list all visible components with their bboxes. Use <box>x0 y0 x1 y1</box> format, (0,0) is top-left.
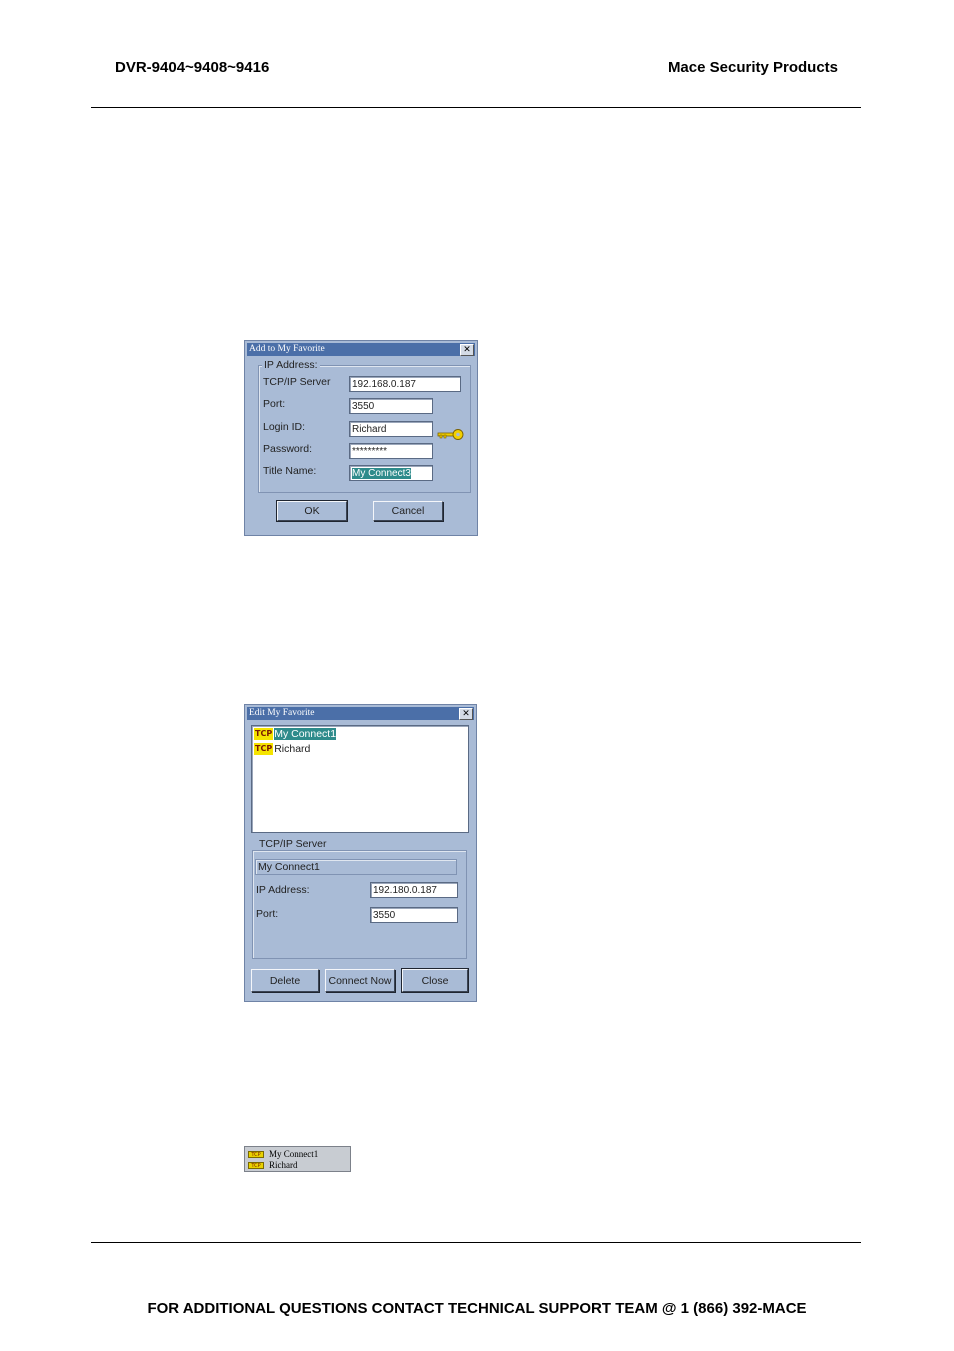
favorite-listbox[interactable]: TCP My Connect1 TCP Richard <box>251 725 469 833</box>
close-icon[interactable]: ✕ <box>460 344 474 356</box>
title-name-label: Title Name: <box>263 465 317 477</box>
list-item-label: Richard <box>269 1160 298 1170</box>
list-item[interactable]: TCP Richard <box>254 743 310 756</box>
favorites-mini-list: TCP My Connect1 TCP Richard <box>244 1146 351 1172</box>
edit-favorite-title: Edit My Favorite <box>249 708 315 718</box>
key-icon <box>437 428 465 445</box>
list-item[interactable]: TCP My Connect1 <box>248 1149 318 1159</box>
selected-favorite-name: My Connect1 <box>255 859 457 875</box>
tcp-badge-icon: TCP <box>248 1151 264 1159</box>
close-icon[interactable]: ✕ <box>459 708 473 720</box>
ip-address-label: IP Address: <box>256 884 310 896</box>
password-input[interactable]: ********* <box>349 443 433 459</box>
list-item-label: My Connect1 <box>274 728 337 740</box>
tcp-badge-icon: TCP <box>248 1162 264 1170</box>
add-favorite-titlebar[interactable]: Add to My Favorite ✕ <box>247 343 475 356</box>
delete-button[interactable]: Delete <box>251 969 319 992</box>
edit-favorite-dialog: Edit My Favorite ✕ TCP My Connect1 TCP Ric… <box>244 704 477 1002</box>
port-label: Port: <box>256 908 279 920</box>
add-favorite-dialog: Add to My Favorite ✕ IP Address: TCP/IP … <box>244 340 478 536</box>
tcp-badge-icon: TCP <box>254 743 274 755</box>
password-label: Password: <box>263 443 313 455</box>
port-label: Port: <box>263 398 286 410</box>
doc-header-company: Mace Security Products <box>667 59 838 76</box>
port-input[interactable]: 3550 <box>370 907 458 923</box>
connect-now-button[interactable]: Connect Now <box>325 969 395 992</box>
login-id-input[interactable]: Richard <box>349 421 433 437</box>
doc-header-model: DVR-9404~9408~9416 <box>115 59 270 76</box>
footer-rule <box>91 1242 861 1243</box>
list-item[interactable]: TCP My Connect1 <box>254 728 337 741</box>
close-button[interactable]: Close <box>401 968 469 993</box>
list-item[interactable]: TCP Richard <box>248 1160 298 1170</box>
list-item-label: My Connect1 <box>269 1149 319 1159</box>
tcp-server-label: TCP/IP Server <box>263 376 331 388</box>
title-name-input[interactable]: My Connect3 <box>349 465 433 481</box>
ok-button[interactable]: OK <box>276 500 348 522</box>
login-id-label: Login ID: <box>263 421 306 433</box>
ip-address-input[interactable]: 192.180.0.187 <box>370 882 458 898</box>
port-input[interactable]: 3550 <box>349 398 433 414</box>
edit-favorite-titlebar[interactable]: Edit My Favorite ✕ <box>247 707 474 720</box>
tcp-server-input[interactable]: 192.168.0.187 <box>349 376 461 392</box>
footer-support-text: FOR ADDITIONAL QUESTIONS CONTACT TECHNIC… <box>147 1300 807 1317</box>
tcp-badge-icon: TCP <box>254 728 274 740</box>
ip-address-group-title: IP Address: <box>262 359 320 371</box>
list-item-label: Richard <box>274 743 311 755</box>
title-name-value: My Connect3 <box>352 468 411 479</box>
header-rule <box>91 107 861 108</box>
cancel-button[interactable]: Cancel <box>373 501 443 521</box>
tcp-server-group-title: TCP/IP Server <box>257 838 329 850</box>
add-favorite-title: Add to My Favorite <box>249 344 325 354</box>
